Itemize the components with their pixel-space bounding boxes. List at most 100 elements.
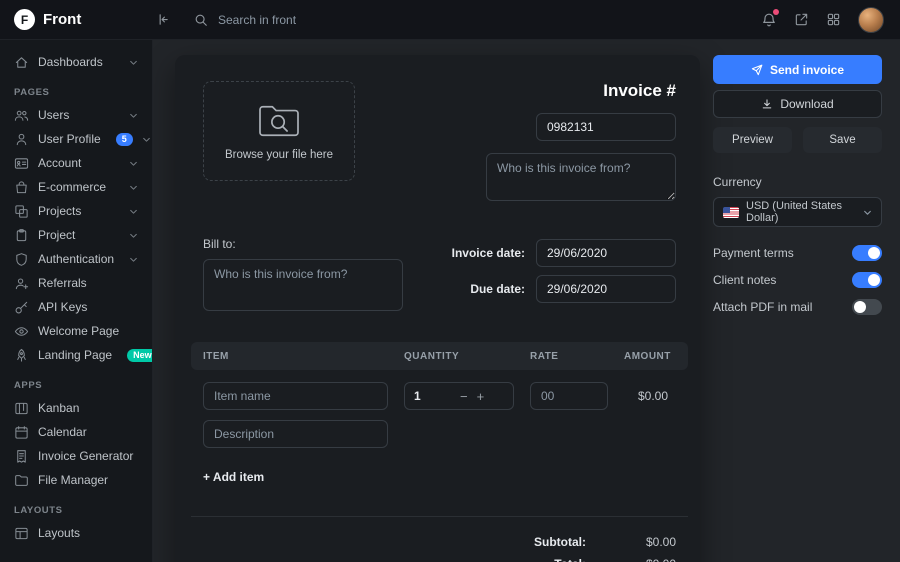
sidebar-item-label: Calendar: [38, 425, 87, 439]
sidebar-item-label: File Manager: [38, 473, 108, 487]
invoice-from-textarea[interactable]: [486, 153, 676, 201]
search-icon: [194, 13, 208, 27]
item-name-input[interactable]: [203, 382, 388, 410]
chevron-down-icon: [129, 183, 138, 192]
folder-search-icon: [256, 102, 302, 140]
quantity-input[interactable]: [414, 389, 452, 403]
items-table-header: ITEM QUANTITY RATE AMOUNT: [191, 342, 688, 370]
sidebar-item-users[interactable]: Users: [0, 103, 152, 127]
sidebar-item-project[interactable]: Project: [0, 223, 152, 247]
payment-terms-label: Payment terms: [713, 246, 794, 260]
calendar-icon: [14, 425, 29, 440]
totals-divider: [191, 516, 688, 517]
brand[interactable]: F Front: [0, 9, 153, 30]
due-date-input[interactable]: [536, 275, 676, 303]
bill-to-textarea[interactable]: [203, 259, 403, 311]
sidebar-collapse-button[interactable]: [155, 12, 170, 27]
sidebar-item-invoice-generator[interactable]: Invoice Generator: [0, 444, 152, 468]
us-flag-icon: [723, 207, 739, 218]
sidebar-item-label: Landing Page: [38, 348, 112, 362]
sidebar-item-ecommerce[interactable]: E-commerce: [0, 175, 152, 199]
receipt-icon: [14, 449, 29, 464]
sidebar-item-projects[interactable]: Projects: [0, 199, 152, 223]
sidebar-item-kanban[interactable]: Kanban: [0, 396, 152, 420]
preview-button[interactable]: Preview: [713, 127, 792, 153]
currency-select[interactable]: USD (United States Dollar): [713, 197, 882, 227]
sidebar-item-label: Kanban: [38, 401, 79, 415]
invoice-title: Invoice #: [603, 81, 676, 101]
total-label: Total:: [554, 557, 586, 562]
sidebar-item-referrals[interactable]: Referrals: [0, 271, 152, 295]
global-search: [194, 13, 408, 27]
sidebar-section-apps: APPS: [0, 367, 152, 396]
column-header-rate: RATE: [530, 351, 608, 362]
chevron-down-icon: [129, 58, 138, 67]
shield-icon: [14, 252, 29, 267]
id-card-icon: [14, 156, 29, 171]
rate-input[interactable]: [530, 382, 608, 410]
sidebar-item-label: Users: [38, 108, 69, 122]
user-icon: [14, 132, 29, 147]
options-toggles: Payment terms Client notes Attach PDF in…: [713, 245, 882, 315]
sidebar-item-calendar[interactable]: Calendar: [0, 420, 152, 444]
app: F Front: [0, 0, 900, 562]
attach-pdf-toggle[interactable]: [852, 299, 882, 315]
save-button[interactable]: Save: [803, 127, 882, 153]
add-item-button[interactable]: + Add item: [203, 470, 264, 484]
subtotal-value: $0.00: [586, 535, 676, 549]
user-avatar[interactable]: [858, 7, 884, 33]
sidebar-item-api-keys[interactable]: API Keys: [0, 295, 152, 319]
column-header-item: ITEM: [203, 351, 388, 362]
quantity-decrease-button[interactable]: −: [459, 390, 469, 403]
folder-icon: [14, 473, 29, 488]
totals-block: Subtotal: $0.00 Total: $0.00 Tax: Percen…: [203, 535, 676, 562]
dates-block: Invoice date: Due date:: [452, 237, 676, 316]
upload-hint-text: Browse your file here: [225, 149, 333, 161]
logo-upload-dropzone[interactable]: Browse your file here: [203, 81, 355, 181]
notifications-button[interactable]: [761, 12, 777, 28]
client-notes-label: Client notes: [713, 273, 776, 287]
item-description-input[interactable]: [203, 420, 388, 448]
eye-icon: [14, 324, 29, 339]
sidebar-section-pages: PAGES: [0, 74, 152, 103]
invoice-number-input[interactable]: [536, 113, 676, 141]
sidebar-item-account[interactable]: Account: [0, 151, 152, 175]
users-icon: [14, 108, 29, 123]
payment-terms-toggle[interactable]: [852, 245, 882, 261]
sidebar-item-label: Project: [38, 228, 75, 242]
sidebar-item-landing-page[interactable]: Landing Page New: [0, 343, 152, 367]
collapse-icon: [155, 12, 170, 27]
invoice-date-input[interactable]: [536, 239, 676, 267]
notification-dot: [773, 9, 779, 15]
kanban-icon: [14, 401, 29, 416]
apps-grid-button[interactable]: [826, 12, 841, 27]
search-input[interactable]: [218, 13, 408, 27]
send-invoice-button[interactable]: Send invoice: [713, 55, 882, 84]
payment-terms-row: Payment terms: [713, 245, 882, 261]
due-date-label: Due date:: [470, 282, 525, 296]
download-button[interactable]: Download: [713, 90, 882, 118]
share-button[interactable]: [794, 12, 809, 27]
sidebar-item-file-manager[interactable]: File Manager: [0, 468, 152, 492]
grid-icon: [826, 12, 841, 27]
sidebar-item-label: E-commerce: [38, 180, 106, 194]
sidebar-item-welcome-page[interactable]: Welcome Page: [0, 319, 152, 343]
new-badge: New: [127, 349, 153, 362]
sidebar-item-user-profile[interactable]: User Profile 5: [0, 127, 152, 151]
sidebar-item-dashboards[interactable]: Dashboards: [0, 50, 152, 74]
quantity-increase-button[interactable]: +: [476, 390, 486, 403]
chevron-down-icon: [129, 207, 138, 216]
invoice-card: Browse your file here Invoice # Bill to:: [175, 55, 700, 562]
client-notes-toggle[interactable]: [852, 272, 882, 288]
sidebar-item-authentication[interactable]: Authentication: [0, 247, 152, 271]
key-icon: [14, 300, 29, 315]
download-icon: [761, 98, 773, 110]
amount-value: $0.00: [624, 389, 676, 403]
front-logo-icon: F: [14, 9, 35, 30]
sidebar-item-layouts[interactable]: Layouts: [0, 521, 152, 545]
invoice-date-label: Invoice date:: [452, 246, 525, 260]
shopping-bag-icon: [14, 180, 29, 195]
layout-icon: [14, 526, 29, 541]
sidebar-item-label: Dashboards: [38, 55, 103, 69]
currency-value: USD (United States Dollar): [746, 200, 856, 224]
